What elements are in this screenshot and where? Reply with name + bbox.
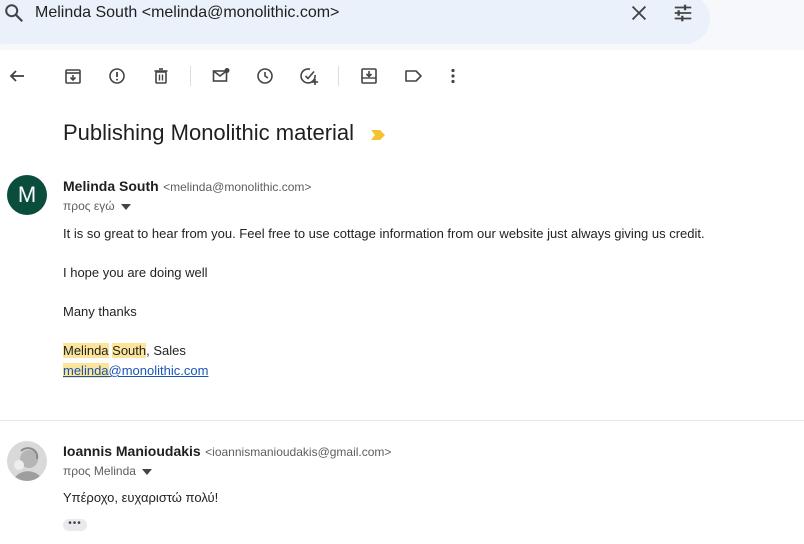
report-spam-icon[interactable]: [107, 66, 127, 86]
avatar[interactable]: [7, 441, 47, 481]
body-paragraph: Many thanks: [63, 304, 137, 319]
sender-name[interactable]: Melinda South: [63, 178, 159, 194]
avatar[interactable]: M: [7, 175, 47, 215]
chevron-down-icon[interactable]: [141, 468, 152, 475]
move-to-icon[interactable]: [359, 66, 379, 86]
signature-line: Melinda South, Sales: [63, 343, 186, 359]
message-toolbar: [0, 60, 804, 92]
message-header: Ioannis Manioudakis <ioannismanioudakis@…: [63, 443, 391, 461]
sender-email: <ioannismanioudakis@gmail.com>: [205, 445, 392, 459]
search-options-icon[interactable]: [671, 2, 695, 24]
top-bar: Melinda South <melinda@monolithic.com>: [0, 0, 804, 50]
toolbar-divider: [190, 66, 191, 86]
mark-unread-icon[interactable]: [211, 66, 231, 86]
back-icon[interactable]: [7, 66, 27, 86]
important-marker-icon[interactable]: [370, 128, 386, 140]
thread-subject: Publishing Monolithic material: [63, 120, 355, 145]
highlighted-text: Melinda: [63, 343, 109, 358]
search-input[interactable]: Melinda South <melinda@monolithic.com>: [35, 4, 339, 22]
message-header: Melinda South <melinda@monolithic.com>: [63, 178, 311, 196]
toolbar-divider: [338, 66, 339, 86]
sender-email: <melinda@monolithic.com>: [163, 180, 312, 194]
snooze-icon[interactable]: [255, 66, 275, 86]
highlighted-text: South: [112, 343, 147, 358]
recipient-label: προς εγώ: [63, 199, 115, 213]
labels-icon[interactable]: [403, 66, 423, 86]
email-link-domain[interactable]: @monolithic.com: [109, 363, 209, 378]
recipient-dropdown[interactable]: προς εγώ: [63, 199, 131, 213]
body-paragraph: I hope you are doing well: [63, 265, 208, 280]
add-to-tasks-icon[interactable]: [299, 66, 319, 86]
chevron-down-icon[interactable]: [120, 203, 131, 210]
show-trimmed-content-button[interactable]: •••: [63, 519, 87, 531]
signature-title: , Sales: [146, 343, 186, 358]
body-paragraph: It is so great to hear from you. Feel fr…: [63, 226, 705, 241]
signature-email-link[interactable]: melinda@monolithic.com: [63, 363, 208, 379]
message-body: Υπέροχο, ευχαριστώ πολύ!: [63, 490, 219, 505]
search-box[interactable]: Melinda South <melinda@monolithic.com>: [0, 0, 710, 44]
recipient-dropdown[interactable]: προς Melinda: [63, 464, 152, 478]
sender-name[interactable]: Ioannis Manioudakis: [63, 443, 201, 459]
clear-search-icon[interactable]: [628, 2, 650, 24]
delete-icon[interactable]: [151, 66, 171, 86]
email-link-user[interactable]: melinda: [63, 363, 109, 378]
recipient-label: προς Melinda: [63, 464, 136, 478]
archive-icon[interactable]: [63, 66, 83, 86]
search-icon[interactable]: [3, 2, 25, 24]
more-icon[interactable]: [443, 66, 463, 86]
message-divider: [0, 420, 804, 421]
